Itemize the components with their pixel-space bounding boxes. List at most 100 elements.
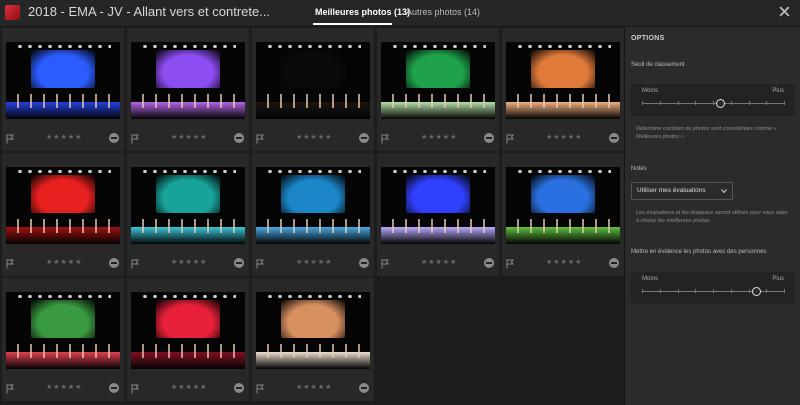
photo-cell[interactable]: ★★★★★ [127,153,249,276]
photo-cell[interactable]: ★★★★★ [127,278,249,401]
slider-tick [784,289,785,293]
people-slider[interactable] [642,287,785,296]
people-label: Mettre en évidence les photos avec des p… [631,249,767,255]
slider-thumb[interactable] [751,287,761,296]
stage-backdrop [406,174,470,214]
photo-cell[interactable]: ★★★★★ [127,28,249,151]
photo-footer: ★★★★★ [127,132,249,146]
star-rating[interactable]: ★★★★★ [171,133,207,141]
reject-icon[interactable] [609,258,619,268]
flag-icon[interactable] [256,134,264,144]
stage-lights [140,45,236,49]
flag-icon[interactable] [506,134,514,144]
flag-icon[interactable] [6,384,14,394]
threshold-slider[interactable] [642,99,785,108]
slider-tick [748,289,750,293]
star-rating[interactable]: ★★★★★ [171,383,207,391]
slider-tick [784,101,785,105]
slider-tick [677,289,679,293]
flag-icon[interactable] [381,134,389,144]
photo-thumbnail[interactable] [131,167,245,244]
photo-cell[interactable]: ★★★★★ [377,28,499,151]
flag-icon[interactable] [131,384,139,394]
flag-icon[interactable] [6,134,14,144]
photo-thumbnail[interactable] [256,42,370,119]
stage-backdrop [156,299,220,339]
app-logo-icon [5,5,20,20]
threshold-max-label: Plus [772,88,784,94]
photo-thumbnail[interactable] [381,167,495,244]
dancers [11,219,115,234]
flag-icon[interactable] [6,259,14,269]
photo-cell[interactable]: ★★★★★ [502,153,624,276]
threshold-min-label: Moins [642,88,659,94]
dancers [511,94,615,109]
reject-icon[interactable] [234,383,244,393]
photo-cell[interactable]: ★★★★★ [2,278,124,401]
photo-thumbnail[interactable] [506,42,620,119]
tab-other-photos[interactable]: Autres photos (14) [406,7,480,17]
photo-cell[interactable]: ★★★★★ [502,28,624,151]
star-rating[interactable]: ★★★★★ [296,383,332,391]
photo-thumbnail[interactable] [131,292,245,369]
photo-thumbnail[interactable] [256,292,370,369]
star-rating[interactable]: ★★★★★ [296,258,332,266]
reject-icon[interactable] [234,258,244,268]
slider-tick [642,289,643,293]
flag-icon[interactable] [256,384,264,394]
tab-best-photos[interactable]: Meilleures photos (13) [315,7,410,17]
slider-thumb[interactable] [716,99,726,108]
star-rating[interactable]: ★★★★★ [296,133,332,141]
photo-thumbnail[interactable] [381,42,495,119]
flag-icon[interactable] [131,259,139,269]
star-rating[interactable]: ★★★★★ [46,258,82,266]
reject-icon[interactable] [359,383,369,393]
stage-backdrop [31,299,95,339]
flag-icon[interactable] [381,259,389,269]
threshold-label: Seuil de classement [631,62,685,68]
notes-dropdown[interactable]: Utiliser mes évaluations [631,182,733,200]
star-rating[interactable]: ★★★★★ [421,258,457,266]
reject-icon[interactable] [109,383,119,393]
photo-cell[interactable]: ★★★★★ [2,153,124,276]
stage-backdrop [156,49,220,89]
dancers [511,219,615,234]
flag-icon[interactable] [256,259,264,269]
star-rating[interactable]: ★★★★★ [546,258,582,266]
dancers [136,219,240,234]
slider-tick [695,101,697,105]
reject-icon[interactable] [234,133,244,143]
photo-cell[interactable]: ★★★★★ [252,278,374,401]
flag-icon[interactable] [131,134,139,144]
star-rating[interactable]: ★★★★★ [421,133,457,141]
people-slider-box: Moins Plus [631,272,795,304]
reject-icon[interactable] [359,133,369,143]
photo-footer: ★★★★★ [377,257,499,271]
photo-thumbnail[interactable] [131,42,245,119]
photo-cell[interactable]: ★★★★★ [252,28,374,151]
reject-icon[interactable] [484,133,494,143]
star-rating[interactable]: ★★★★★ [46,383,82,391]
reject-icon[interactable] [484,258,494,268]
close-icon[interactable] [778,5,791,18]
photo-cell[interactable]: ★★★★★ [252,153,374,276]
star-rating[interactable]: ★★★★★ [46,133,82,141]
photo-thumbnail[interactable] [6,167,120,244]
photo-thumbnail[interactable] [6,42,120,119]
reject-icon[interactable] [359,258,369,268]
star-rating[interactable]: ★★★★★ [546,133,582,141]
slider-tick [748,101,750,105]
photo-thumbnail[interactable] [256,167,370,244]
dancers [261,219,365,234]
reject-icon[interactable] [109,133,119,143]
photo-cell[interactable]: ★★★★★ [2,28,124,151]
dancers [136,94,240,109]
photo-thumbnail[interactable] [506,167,620,244]
photo-footer: ★★★★★ [502,132,624,146]
flag-icon[interactable] [506,259,514,269]
reject-icon[interactable] [609,133,619,143]
photo-thumbnail[interactable] [6,292,120,369]
reject-icon[interactable] [109,258,119,268]
photo-cell[interactable]: ★★★★★ [377,153,499,276]
star-rating[interactable]: ★★★★★ [171,258,207,266]
